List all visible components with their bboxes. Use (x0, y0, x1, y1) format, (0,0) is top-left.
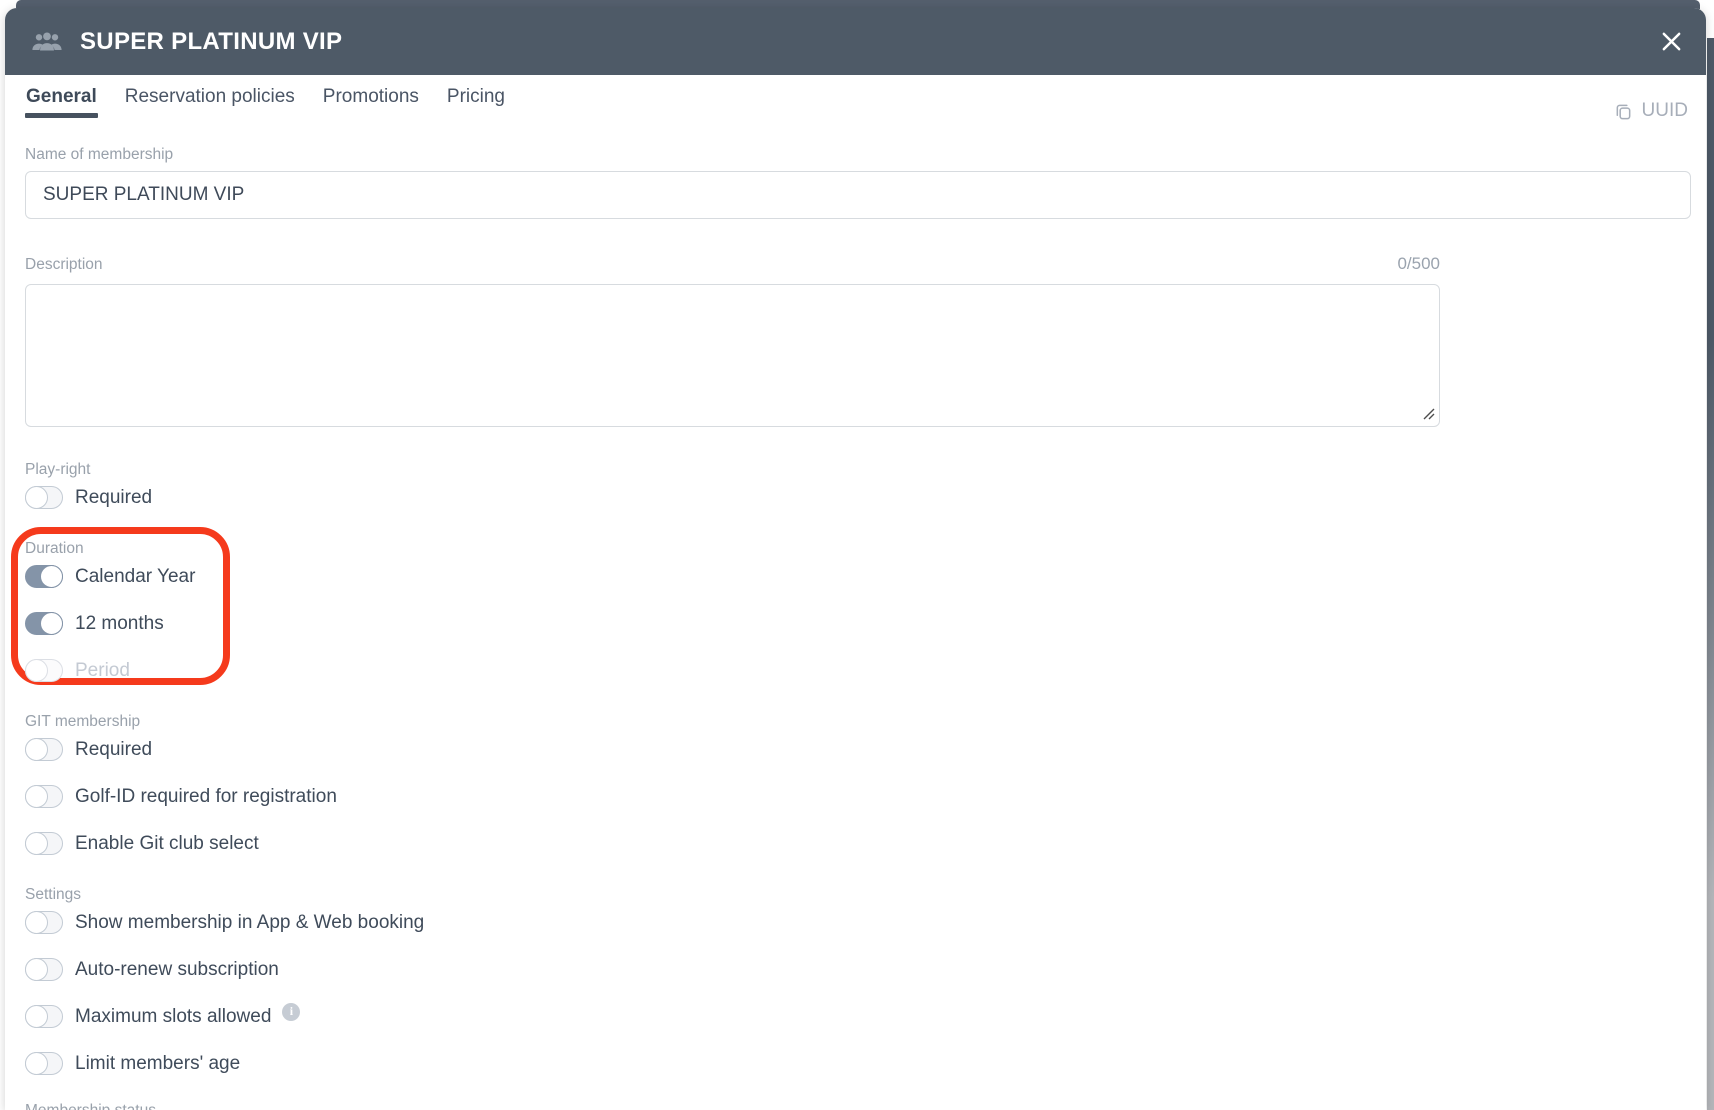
toggle-row: Required (25, 486, 1686, 509)
dialog-header: SUPER PLATINUM VIP (5, 8, 1706, 75)
toggle-knob (25, 1005, 48, 1028)
toggle-knob (25, 785, 48, 808)
toggle-row: Maximum slots allowed (25, 1002, 1686, 1028)
membership-dialog: SUPER PLATINUM VIP General Reservation p… (5, 8, 1706, 1110)
toggle-knob (25, 911, 48, 934)
toggle-12-months[interactable] (25, 612, 63, 635)
section-git-membership: GIT membership Required Golf-ID required… (25, 713, 1686, 855)
toggle-enable-git-club-select[interactable] (25, 832, 63, 855)
toggle-knob (25, 486, 48, 509)
description-textarea[interactable] (25, 284, 1440, 427)
toggle-knob (25, 832, 48, 855)
toggle-knob (25, 1052, 48, 1075)
toggle-row: Calendar Year (25, 565, 1686, 588)
section-label: Settings (25, 886, 82, 903)
uuid-label: UUID (1641, 100, 1688, 121)
section-label: Membership status (25, 1102, 1686, 1110)
toggle-golf-id-required[interactable] (25, 785, 63, 808)
toggle-period[interactable] (25, 659, 63, 682)
tab-pricing[interactable]: Pricing (446, 86, 506, 124)
toggle-knob (40, 612, 63, 635)
section-membership-status: Membership status (25, 1102, 1686, 1110)
close-icon (1662, 32, 1680, 51)
toggle-row: Auto-renew subscription (25, 958, 1686, 981)
toggle-knob (25, 738, 48, 761)
toggle-row: 12 months (25, 612, 1686, 635)
toggle-limit-members-age[interactable] (25, 1052, 63, 1075)
section-label: Duration (25, 540, 84, 557)
name-field-label: Name of membership (25, 146, 174, 163)
close-button[interactable] (1656, 27, 1686, 57)
section-duration: Duration Calendar Year 12 months Period (11, 527, 1686, 685)
page-background: SUPER PLATINUM VIP General Reservation p… (0, 0, 1714, 1110)
tab-general[interactable]: General (25, 86, 98, 124)
section-label: Play-right (25, 461, 91, 478)
tab-bar: General Reservation policies Promotions … (25, 86, 1686, 124)
toggle-git-required[interactable] (25, 738, 63, 761)
section-label: GIT membership (25, 713, 141, 730)
toggle-row: Enable Git club select (25, 832, 1686, 855)
tab-reservation-policies[interactable]: Reservation policies (124, 86, 296, 124)
tab-promotions[interactable]: Promotions (322, 86, 420, 124)
toggle-row: Period (25, 659, 1686, 682)
section-play-right: Play-right Required (25, 461, 1686, 509)
dialog-body: General Reservation policies Promotions … (5, 86, 1706, 1110)
copy-uuid-button[interactable]: UUID (1614, 100, 1688, 122)
section-settings: Settings Show membership in App & Web bo… (25, 886, 1686, 1075)
toggle-calendar-year[interactable] (25, 565, 63, 588)
toggle-auto-renew[interactable] (25, 958, 63, 981)
toggle-play-right-required[interactable] (25, 486, 63, 509)
description-header: Description 0/500 (25, 254, 1440, 274)
toggle-row: Golf-ID required for registration (25, 785, 1686, 808)
toggle-maximum-slots[interactable] (25, 1005, 63, 1028)
info-icon[interactable] (282, 1002, 301, 1021)
toggle-knob (25, 659, 48, 682)
dialog-title: SUPER PLATINUM VIP (80, 27, 343, 55)
background-edge-right (1707, 38, 1714, 1110)
description-label: Description (25, 256, 103, 273)
name-input[interactable] (25, 171, 1691, 219)
toggle-row: Limit members' age (25, 1052, 1686, 1075)
toggle-row: Show membership in App & Web booking (25, 911, 1686, 934)
toggle-knob (40, 565, 63, 588)
character-counter: 0/500 (1397, 254, 1440, 273)
toggle-row: Required (25, 738, 1686, 761)
toggle-show-membership-app-web[interactable] (25, 911, 63, 934)
copy-icon (1616, 104, 1630, 119)
toggle-knob (25, 958, 48, 981)
people-group-icon (31, 29, 63, 55)
